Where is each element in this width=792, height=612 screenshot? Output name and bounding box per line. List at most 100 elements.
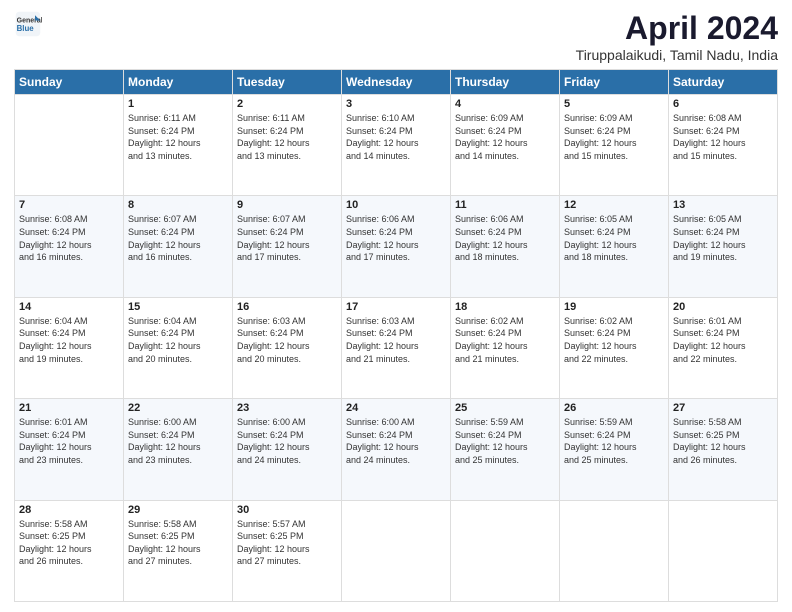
calendar-day-header: Monday: [124, 70, 233, 95]
day-info: Sunrise: 5:59 AMSunset: 6:24 PMDaylight:…: [455, 416, 555, 466]
day-number: 14: [19, 301, 119, 313]
calendar-cell: 25 Sunrise: 5:59 AMSunset: 6:24 PMDayligh…: [451, 399, 560, 500]
day-info: Sunrise: 6:00 AMSunset: 6:24 PMDaylight:…: [128, 416, 228, 466]
day-number: 25: [455, 402, 555, 414]
logo: General Blue: [14, 10, 42, 38]
day-info: Sunrise: 5:58 AMSunset: 6:25 PMDaylight:…: [673, 416, 773, 466]
calendar-week-row: 1Sunrise: 6:11 AMSunset: 6:24 PMDaylight…: [15, 95, 778, 196]
day-number: 6: [673, 98, 773, 110]
calendar-cell: 20Sunrise: 6:01 AMSunset: 6:24 PMDayligh…: [669, 297, 778, 398]
header: General Blue April 2024 Tiruppalaikudi, …: [14, 10, 778, 63]
day-number: 17: [346, 301, 446, 313]
day-number: 24: [346, 402, 446, 414]
calendar-cell: 27 Sunrise: 5:58 AMSunset: 6:25 PMDayligh…: [669, 399, 778, 500]
day-info: Sunrise: 6:04 AMSunset: 6:24 PMDaylight:…: [128, 315, 228, 365]
main-title: April 2024: [576, 10, 778, 47]
day-number: 10: [346, 199, 446, 211]
calendar-cell: [669, 500, 778, 601]
day-info: Sunrise: 6:07 AMSunset: 6:24 PMDaylight:…: [237, 213, 337, 263]
day-number: 9: [237, 199, 337, 211]
day-number: 7: [19, 199, 119, 211]
calendar-body: 1Sunrise: 6:11 AMSunset: 6:24 PMDaylight…: [15, 95, 778, 602]
calendar-week-row: 28 Sunrise: 5:58 AMSunset: 6:25 PMDayligh…: [15, 500, 778, 601]
day-info: Sunrise: 6:06 AMSunset: 6:24 PMDaylight:…: [455, 213, 555, 263]
day-info: Sunrise: 6:09 AMSunset: 6:24 PMDaylight:…: [455, 112, 555, 162]
day-info: Sunrise: 6:08 AMSunset: 6:24 PMDaylight:…: [19, 213, 119, 263]
calendar-week-row: 14 Sunrise: 6:04 AMSunset: 6:24 PMDayligh…: [15, 297, 778, 398]
day-info: Sunrise: 6:05 AMSunset: 6:24 PMDaylight:…: [564, 213, 664, 263]
day-info: Sunrise: 6:10 AMSunset: 6:24 PMDaylight:…: [346, 112, 446, 162]
calendar-cell: 1Sunrise: 6:11 AMSunset: 6:24 PMDaylight…: [124, 95, 233, 196]
calendar-cell: 13 Sunrise: 6:05 AMSunset: 6:24 PMDayligh…: [669, 196, 778, 297]
day-number: 28: [19, 504, 119, 516]
calendar-cell: 4 Sunrise: 6:09 AMSunset: 6:24 PMDaylight…: [451, 95, 560, 196]
day-info: Sunrise: 6:04 AMSunset: 6:24 PMDaylight:…: [19, 315, 119, 365]
day-info: Sunrise: 6:09 AMSunset: 6:24 PMDaylight:…: [564, 112, 664, 162]
calendar-cell: 22 Sunrise: 6:00 AMSunset: 6:24 PMDayligh…: [124, 399, 233, 500]
calendar-cell: 15 Sunrise: 6:04 AMSunset: 6:24 PMDayligh…: [124, 297, 233, 398]
day-number: 2: [237, 98, 337, 110]
day-info: Sunrise: 6:08 AMSunset: 6:24 PMDaylight:…: [673, 112, 773, 162]
day-info: Sunrise: 6:03 AMSunset: 6:24 PMDaylight:…: [237, 315, 337, 365]
calendar-cell: [15, 95, 124, 196]
calendar-cell: 23 Sunrise: 6:00 AMSunset: 6:24 PMDayligh…: [233, 399, 342, 500]
day-number: 23: [237, 402, 337, 414]
title-block: April 2024 Tiruppalaikudi, Tamil Nadu, I…: [576, 10, 778, 63]
calendar-header-row: SundayMondayTuesdayWednesdayThursdayFrid…: [15, 70, 778, 95]
day-info: Sunrise: 5:59 AMSunset: 6:24 PMDaylight:…: [564, 416, 664, 466]
calendar-cell: 19 Sunrise: 6:02 AMSunset: 6:24 PMDayligh…: [560, 297, 669, 398]
subtitle: Tiruppalaikudi, Tamil Nadu, India: [576, 47, 778, 63]
calendar-week-row: 7 Sunrise: 6:08 AMSunset: 6:24 PMDaylight…: [15, 196, 778, 297]
day-number: 16: [237, 301, 337, 313]
calendar-day-header: Saturday: [669, 70, 778, 95]
calendar-cell: 18 Sunrise: 6:02 AMSunset: 6:24 PMDayligh…: [451, 297, 560, 398]
calendar-cell: 14 Sunrise: 6:04 AMSunset: 6:24 PMDayligh…: [15, 297, 124, 398]
calendar-cell: 5 Sunrise: 6:09 AMSunset: 6:24 PMDaylight…: [560, 95, 669, 196]
calendar-cell: 10Sunrise: 6:06 AMSunset: 6:24 PMDayligh…: [342, 196, 451, 297]
calendar-cell: 2 Sunrise: 6:11 AMSunset: 6:24 PMDaylight…: [233, 95, 342, 196]
day-number: 8: [128, 199, 228, 211]
calendar-cell: 16 Sunrise: 6:03 AMSunset: 6:24 PMDayligh…: [233, 297, 342, 398]
calendar-cell: 11 Sunrise: 6:06 AMSunset: 6:24 PMDayligh…: [451, 196, 560, 297]
day-info: Sunrise: 5:58 AMSunset: 6:25 PMDaylight:…: [19, 518, 119, 568]
day-number: 18: [455, 301, 555, 313]
calendar-day-header: Friday: [560, 70, 669, 95]
calendar-cell: 28 Sunrise: 5:58 AMSunset: 6:25 PMDayligh…: [15, 500, 124, 601]
day-number: 21: [19, 402, 119, 414]
calendar-cell: 3Sunrise: 6:10 AMSunset: 6:24 PMDaylight…: [342, 95, 451, 196]
calendar-week-row: 21Sunrise: 6:01 AMSunset: 6:24 PMDayligh…: [15, 399, 778, 500]
day-number: 30: [237, 504, 337, 516]
day-number: 11: [455, 199, 555, 211]
day-info: Sunrise: 6:11 AMSunset: 6:24 PMDaylight:…: [237, 112, 337, 162]
day-number: 15: [128, 301, 228, 313]
day-number: 12: [564, 199, 664, 211]
calendar-cell: 9 Sunrise: 6:07 AMSunset: 6:24 PMDaylight…: [233, 196, 342, 297]
calendar-cell: 12 Sunrise: 6:05 AMSunset: 6:24 PMDayligh…: [560, 196, 669, 297]
calendar-cell: 29Sunrise: 5:58 AMSunset: 6:25 PMDayligh…: [124, 500, 233, 601]
day-number: 27: [673, 402, 773, 414]
day-number: 22: [128, 402, 228, 414]
calendar-cell: [342, 500, 451, 601]
calendar-day-header: Sunday: [15, 70, 124, 95]
day-info: Sunrise: 5:57 AMSunset: 6:25 PMDaylight:…: [237, 518, 337, 568]
day-number: 19: [564, 301, 664, 313]
calendar-cell: 6 Sunrise: 6:08 AMSunset: 6:24 PMDaylight…: [669, 95, 778, 196]
day-info: Sunrise: 6:01 AMSunset: 6:24 PMDaylight:…: [673, 315, 773, 365]
calendar-cell: 7 Sunrise: 6:08 AMSunset: 6:24 PMDaylight…: [15, 196, 124, 297]
calendar-cell: 17 Sunrise: 6:03 AMSunset: 6:24 PMDayligh…: [342, 297, 451, 398]
calendar-cell: 26 Sunrise: 5:59 AMSunset: 6:24 PMDayligh…: [560, 399, 669, 500]
day-info: Sunrise: 6:02 AMSunset: 6:24 PMDaylight:…: [455, 315, 555, 365]
day-number: 5: [564, 98, 664, 110]
day-number: 29: [128, 504, 228, 516]
calendar-day-header: Tuesday: [233, 70, 342, 95]
day-info: Sunrise: 6:03 AMSunset: 6:24 PMDaylight:…: [346, 315, 446, 365]
day-number: 13: [673, 199, 773, 211]
day-info: Sunrise: 6:02 AMSunset: 6:24 PMDaylight:…: [564, 315, 664, 365]
day-number: 26: [564, 402, 664, 414]
day-info: Sunrise: 6:00 AMSunset: 6:24 PMDaylight:…: [237, 416, 337, 466]
day-info: Sunrise: 6:05 AMSunset: 6:24 PMDaylight:…: [673, 213, 773, 263]
day-info: Sunrise: 6:00 AMSunset: 6:24 PMDaylight:…: [346, 416, 446, 466]
svg-text:Blue: Blue: [17, 24, 35, 33]
day-number: 4: [455, 98, 555, 110]
calendar-cell: 30 Sunrise: 5:57 AMSunset: 6:25 PMDayligh…: [233, 500, 342, 601]
